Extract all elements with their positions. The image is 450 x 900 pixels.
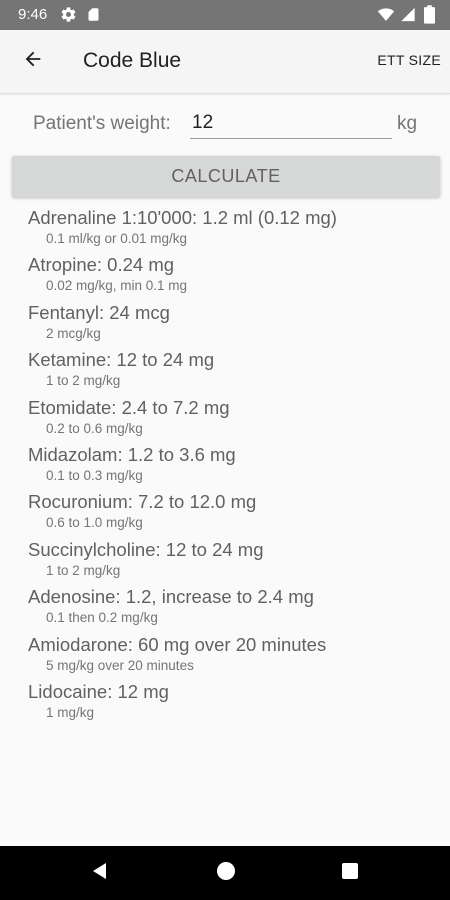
drug-dose: Amiodarone: 60 mg over 20 minutes <box>28 633 327 655</box>
nav-home-button[interactable] <box>214 861 238 885</box>
weight-label: Patient's weight: <box>33 113 171 134</box>
drug-item: Adrenaline 1:10'000: 1.2 ml (0.12 mg) 0.… <box>28 206 438 253</box>
drug-dose-rule: 1 mg/kg <box>46 704 95 720</box>
nav-back-button[interactable] <box>88 861 112 885</box>
drug-dose: Etomidate: 2.4 to 7.2 mg <box>28 396 230 418</box>
drug-item: Amiodarone: 60 mg over 20 minutes 5 mg/k… <box>28 633 438 680</box>
drug-dose: Adenosine: 1.2, increase to 2.4 mg <box>28 586 314 608</box>
app-bar: Code Blue ETT SIZE <box>0 30 450 94</box>
drug-dose: Lidocaine: 12 mg <box>28 680 169 702</box>
drug-dose-rule: 1 to 2 mg/kg <box>46 373 121 389</box>
drug-dose-rule: 0.6 to 1.0 mg/kg <box>46 515 143 531</box>
screen: 9:46 Code Blue ETT SIZE Patient's weight… <box>0 0 450 900</box>
status-time: 9:46 <box>18 6 48 23</box>
app-title: Code Blue <box>83 49 182 72</box>
drug-item: Adenosine: 1.2, increase to 2.4 mg 0.1 t… <box>28 585 438 632</box>
drug-item: Succinylcholine: 12 to 24 mg 1 to 2 mg/k… <box>28 538 438 585</box>
drug-item: Atropine: 0.24 mg 0.02 mg/kg, min 0.1 mg <box>28 253 438 300</box>
drug-dose-rule: 0.1 ml/kg or 0.01 mg/kg <box>46 231 188 246</box>
status-bar: 9:46 <box>0 0 450 30</box>
drug-dose: Succinylcholine: 12 to 24 mg <box>28 538 264 560</box>
drug-list: Adrenaline 1:10'000: 1.2 ml (0.12 mg) 0.… <box>28 206 438 727</box>
back-button[interactable] <box>16 44 50 78</box>
drug-dose-rule: 5 mg/kg over 20 minutes <box>46 657 194 673</box>
drug-dose-rule: 1 to 2 mg/kg <box>46 562 121 578</box>
drug-dose-rule: 2 mcg/kg <box>46 325 101 341</box>
signal-icon <box>400 6 416 28</box>
drug-item: Midazolam: 1.2 to 3.6 mg 0.1 to 0.3 mg/k… <box>28 443 438 490</box>
drug-dose: Adrenaline 1:10'000: 1.2 ml (0.12 mg) <box>28 207 337 228</box>
drug-item: Etomidate: 2.4 to 7.2 mg 0.2 to 0.6 mg/k… <box>28 396 438 443</box>
gear-icon <box>60 6 77 28</box>
arrow-left-icon <box>22 48 44 75</box>
drug-item: Fentanyl: 24 mcg 2 mcg/kg <box>28 301 438 348</box>
calculate-label: CALCULATE <box>171 166 281 186</box>
drug-item: Ketamine: 12 to 24 mg 1 to 2 mg/kg <box>28 348 438 395</box>
drug-dose: Fentanyl: 24 mcg <box>28 301 170 323</box>
drug-dose: Midazolam: 1.2 to 3.6 mg <box>28 443 236 465</box>
drug-dose-rule: 0.02 mg/kg, min 0.1 mg <box>46 278 188 294</box>
wifi-icon <box>377 6 395 28</box>
drug-dose-rule: 0.1 to 0.3 mg/kg <box>46 467 143 483</box>
nav-recents-button[interactable] <box>338 861 362 885</box>
battery-icon <box>424 5 435 29</box>
drug-dose: Atropine: 0.24 mg <box>28 254 175 276</box>
back-triangle-icon <box>90 861 110 886</box>
drug-dose: Rocuronium: 7.2 to 12.0 mg <box>28 491 257 513</box>
weight-unit: kg <box>397 113 418 134</box>
sd-card-icon <box>86 6 101 28</box>
recents-square-icon <box>341 862 359 885</box>
drug-dose-rule: 0.1 then 0.2 mg/kg <box>46 610 158 626</box>
drug-dose-rule: 0.2 to 0.6 mg/kg <box>46 420 143 436</box>
drug-item: Lidocaine: 12 mg 1 mg/kg <box>28 680 438 727</box>
ett-size-button[interactable]: ETT SIZE <box>377 52 441 68</box>
drug-item: Rocuronium: 7.2 to 12.0 mg 0.6 to 1.0 mg… <box>28 490 438 537</box>
weight-input[interactable] <box>190 108 392 139</box>
calculate-button[interactable]: CALCULATE <box>12 156 440 197</box>
weight-row: Patient's weight: kg <box>0 108 450 144</box>
drug-dose: Ketamine: 12 to 24 mg <box>28 349 215 371</box>
nav-bar <box>0 846 450 900</box>
home-circle-icon <box>216 861 236 886</box>
